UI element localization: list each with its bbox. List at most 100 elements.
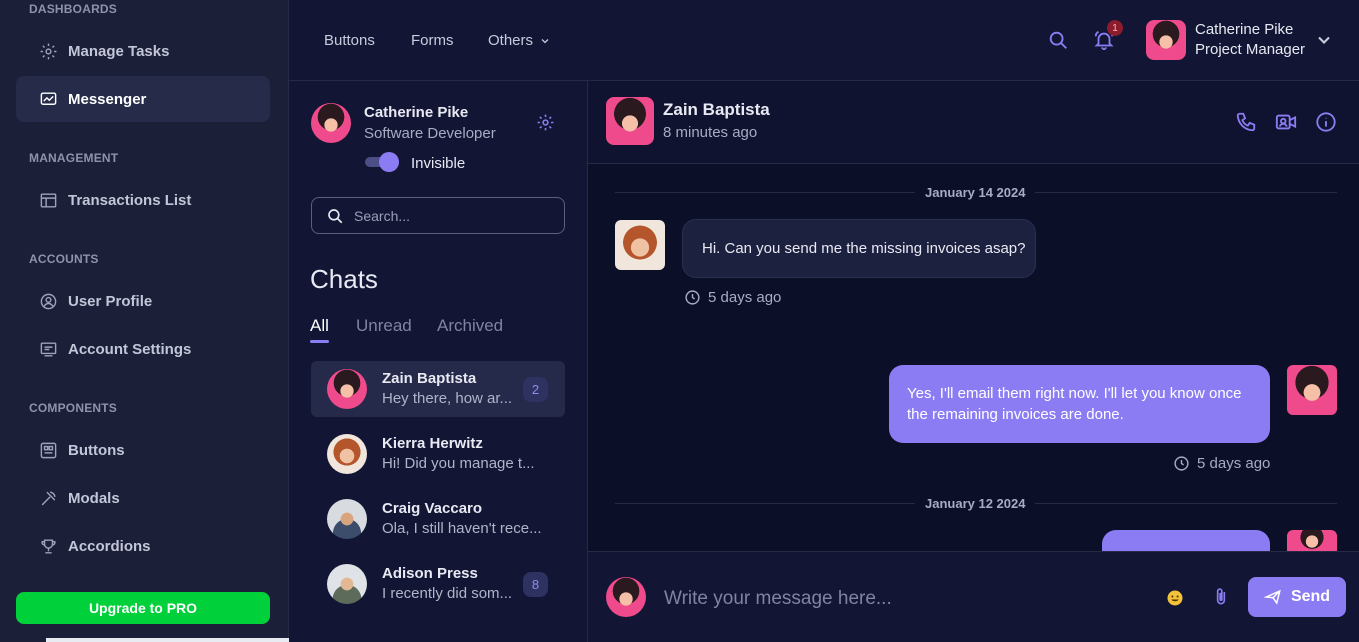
message-time: 5 days ago — [1173, 455, 1270, 472]
avatar — [606, 97, 654, 145]
nav-link-others[interactable]: Others — [488, 32, 551, 49]
tab-unread[interactable]: Unread — [356, 316, 412, 336]
sidebar-item-label: Account Settings — [68, 340, 192, 358]
status-label: Invisible — [411, 155, 466, 172]
section-title-management: MANAGEMENT — [29, 151, 119, 165]
avatar — [327, 369, 367, 409]
chat-list-item[interactable]: Kierra Herwitz Hi! Did you manage t... — [311, 426, 565, 482]
emoji-icon[interactable] — [1166, 589, 1184, 607]
search-input[interactable]: Search... — [311, 197, 565, 234]
my-role: Software Developer — [364, 125, 496, 142]
section-title-components: COMPONENTS — [29, 401, 118, 415]
unread-badge: 2 — [523, 377, 548, 402]
upgrade-button[interactable]: Upgrade to PRO — [16, 592, 270, 624]
tab-all[interactable]: All — [310, 316, 329, 336]
nav-link-buttons[interactable]: Buttons — [324, 32, 375, 49]
video-icon[interactable] — [1275, 111, 1297, 133]
avatar[interactable] — [1146, 20, 1186, 60]
chat-list-item[interactable]: Zain Baptista Hey there, how ar... 2 — [311, 361, 565, 417]
nav-link-label: Buttons — [324, 32, 375, 49]
info-icon[interactable] — [1315, 111, 1337, 133]
avatar — [615, 220, 665, 270]
message-bubble-incoming: Hi. Can you send me the missing invoices… — [682, 219, 1036, 278]
chat-preview: Ola, I still haven't rece... — [382, 520, 542, 537]
chat-list-panel: Catherine Pike Software Developer Invisi… — [289, 81, 588, 642]
paperclip-icon[interactable] — [1211, 587, 1231, 607]
topbar: Buttons Forms Others 1 Catherine Pike Pr… — [289, 0, 1359, 81]
user-circle-icon — [40, 293, 57, 309]
status-toggle[interactable] — [365, 152, 399, 172]
sidebar-item-account-settings[interactable]: Account Settings — [16, 326, 270, 372]
clock-icon — [1174, 456, 1189, 471]
sidebar-item-label: Messenger — [68, 90, 147, 108]
chat-name: Zain Baptista — [382, 370, 477, 387]
unread-badge: 8 — [523, 572, 548, 597]
search-placeholder: Search... — [354, 207, 411, 224]
chevron-down-icon — [541, 38, 549, 43]
clock-icon — [685, 290, 700, 305]
messenger-icon — [40, 91, 57, 105]
phone-icon[interactable] — [1235, 111, 1257, 133]
section-title-accounts: ACCOUNTS — [29, 252, 99, 266]
send-button[interactable]: Send — [1248, 577, 1346, 617]
date-label: January 12 2024 — [915, 496, 1036, 511]
toggle-knob — [379, 152, 399, 172]
sidebar-item-label: Accordions — [68, 537, 151, 555]
avatar — [1287, 365, 1337, 415]
nav-link-label: Others — [488, 32, 534, 49]
sidebar-bottom-bar — [46, 638, 289, 642]
search-icon[interactable] — [1047, 29, 1069, 51]
my-name: Catherine Pike — [364, 104, 469, 121]
contact-last-seen: 8 minutes ago — [663, 124, 758, 141]
message-composer: Write your message here... Send — [588, 551, 1359, 642]
tab-archived[interactable]: Archived — [437, 316, 503, 336]
avatar — [327, 564, 367, 604]
avatar — [327, 434, 367, 474]
message-time-label: 5 days ago — [1197, 455, 1271, 472]
notification-badge: 1 — [1107, 20, 1123, 36]
sidebar-item-transactions[interactable]: Transactions List — [16, 177, 270, 223]
chat-preview: Hi! Did you manage t... — [382, 455, 535, 472]
nav-link-forms[interactable]: Forms — [411, 32, 454, 49]
message-bubble-outgoing: Yes, I'll email them right now. I'll let… — [889, 365, 1270, 443]
chats-title: Chats — [310, 264, 378, 294]
contact-name: Zain Baptista — [663, 100, 770, 119]
gear-icon — [40, 43, 57, 59]
modal-icon — [41, 490, 56, 505]
sidebar-item-label: User Profile — [68, 292, 153, 310]
message-input[interactable]: Write your message here... — [664, 588, 892, 610]
search-icon — [328, 208, 343, 223]
chat-name: Adison Press — [382, 565, 478, 582]
section-title-dashboards: DASHBOARDS — [29, 2, 118, 16]
date-label: January 14 2024 — [915, 185, 1036, 200]
sidebar-item-accordions[interactable]: Accordions — [16, 523, 270, 569]
chat-name: Craig Vaccaro — [382, 500, 483, 517]
chat-list-item[interactable]: Adison Press I recently did som... 8 — [311, 556, 565, 612]
chat-list-item[interactable]: Craig Vaccaro Ola, I still haven't rece.… — [311, 491, 565, 547]
avatar — [327, 499, 367, 539]
chat-preview: Hey there, how ar... — [382, 390, 513, 407]
sidebar-item-user-profile[interactable]: User Profile — [16, 278, 270, 324]
table-icon — [40, 192, 57, 208]
sidebar-item-label: Transactions List — [68, 191, 192, 209]
send-label: Send — [1290, 588, 1331, 605]
chevron-down-icon[interactable] — [1314, 30, 1334, 50]
avatar — [606, 577, 646, 617]
sidebar-item-manage-tasks[interactable]: Manage Tasks — [16, 28, 270, 74]
sidebar-item-label: Manage Tasks — [68, 42, 170, 60]
sidebar: DASHBOARDS Manage Tasks Messenger MANAGE… — [0, 0, 289, 642]
buttons-icon — [40, 442, 57, 458]
sidebar-item-label: Buttons — [68, 441, 125, 459]
top-user-name[interactable]: Catherine Pike — [1195, 21, 1293, 38]
top-user-role: Project Manager — [1195, 41, 1306, 58]
sidebar-item-modals[interactable]: Modals — [16, 475, 270, 521]
gear-icon[interactable] — [536, 113, 555, 132]
sidebar-item-messenger[interactable]: Messenger — [16, 76, 270, 122]
avatar — [1287, 530, 1337, 551]
conversation-header: Zain Baptista 8 minutes ago — [588, 81, 1359, 164]
chat-preview: I recently did som... — [382, 585, 513, 602]
message-time-label: 5 days ago — [708, 289, 782, 306]
message-time: 5 days ago — [684, 289, 781, 306]
sidebar-item-buttons[interactable]: Buttons — [16, 427, 270, 473]
tab-underline — [310, 340, 329, 343]
